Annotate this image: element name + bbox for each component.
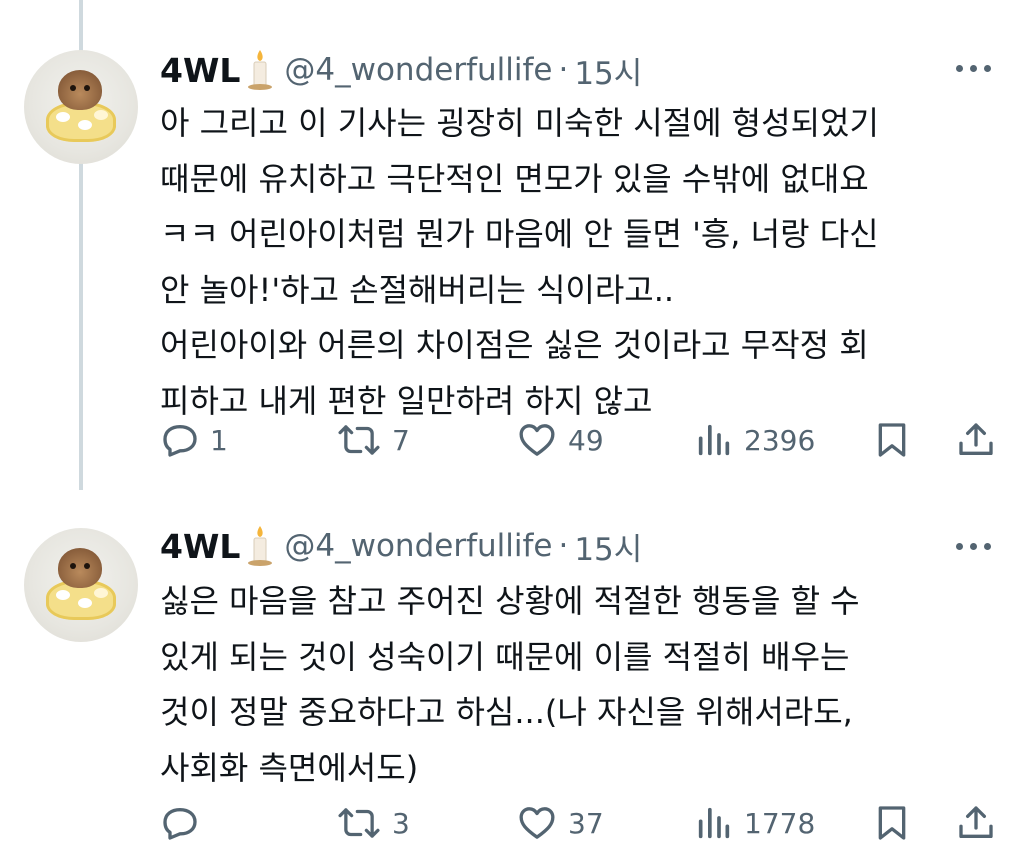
bookmark-button[interactable] (872, 415, 912, 465)
views-button[interactable]: 2396 (694, 415, 815, 465)
like-button[interactable]: 49 (516, 415, 604, 465)
separator-dot: · (558, 52, 569, 88)
reply-button[interactable]: 1 (160, 415, 228, 465)
share-icon (959, 423, 993, 455)
retweet-count: 3 (392, 806, 410, 840)
bookmark-icon (878, 423, 906, 457)
tweet-text-line: ㅋㅋ 어린아이처럼 뭔가 마음에 안 들면 '흥, 너랑 다신 (160, 215, 879, 253)
display-name[interactable]: 4WL (160, 527, 240, 566)
retweet-button[interactable]: 7 (336, 415, 410, 465)
reply-icon (163, 425, 197, 457)
tweet-text: 아 그리고 이 기사는 굉장히 미숙한 시절에 형성되었기 때문에 유치하고 극… (160, 96, 990, 429)
avatar[interactable] (24, 528, 138, 642)
retweet-icon (338, 808, 380, 838)
avatar-dog (58, 548, 102, 588)
more-dots-icon[interactable] (954, 540, 994, 554)
tweet-text: 싫은 마음을 참고 주어진 상황에 적절한 행동을 할 수 있게 되는 것이 성… (160, 574, 990, 796)
candle-icon (246, 48, 274, 92)
like-count: 49 (568, 423, 604, 457)
views-chart-icon (698, 424, 730, 456)
tweet-text-line: 때문에 유치하고 극단적인 면모가 있을 수밖에 없대요 (160, 159, 869, 198)
like-count: 37 (568, 806, 604, 840)
retweet-button[interactable]: 3 (336, 798, 410, 848)
share-button[interactable] (956, 415, 996, 465)
action-bar: 3 37 1778 (160, 798, 1002, 848)
reply-icon (163, 808, 197, 840)
share-button[interactable] (956, 798, 996, 848)
candle-icon (246, 524, 274, 568)
tweet-text-line: 싫은 마음을 참고 주어진 상황에 적절한 행동을 할 수 (160, 582, 860, 620)
action-bar: 1 7 49 2396 (160, 415, 1002, 465)
views-count: 1778 (744, 806, 816, 840)
display-name[interactable]: 4WL (160, 51, 240, 90)
avatar[interactable] (24, 50, 138, 164)
timestamp[interactable]: 15시 (574, 48, 642, 93)
tweet-text-line: 아 그리고 이 기사는 굉장히 미숙한 시절에 형성되었기 (160, 104, 879, 142)
retweet-count: 7 (392, 423, 410, 457)
tweet-text-line: 있게 되는 것이 성숙이기 때문에 이를 적절히 배우는 (160, 637, 850, 676)
bookmark-icon (878, 806, 906, 840)
more-dots-icon[interactable] (954, 62, 994, 76)
tweet-text-line: 어린아이와 어른의 차이점은 싫은 것이라고 무작정 회 (160, 326, 869, 364)
bookmark-button[interactable] (872, 798, 912, 848)
reply-count: 1 (210, 423, 228, 457)
tweet-header: 4WL @4_wonderfullife · 15시 (160, 522, 642, 570)
views-count: 2396 (744, 423, 816, 457)
avatar-dog (58, 70, 102, 110)
tweet-text-line: 사회화 측면에서도) (160, 748, 419, 787)
tweet-header: 4WL @4_wonderfullife · 15시 (160, 46, 642, 94)
views-chart-icon (698, 807, 730, 839)
tweet-text-line: 안 놀아!'하고 손절해버리는 식이라고.. (160, 270, 675, 309)
retweet-icon (338, 425, 380, 455)
tweet-text-line: 것이 정말 중요하다고 하심...(나 자신을 위해서라도, (160, 693, 853, 731)
user-handle[interactable]: @4_wonderfullife (284, 52, 552, 88)
timestamp[interactable]: 15시 (574, 524, 642, 569)
views-button[interactable]: 1778 (694, 798, 815, 848)
reply-button[interactable] (160, 798, 210, 848)
heart-icon (519, 807, 555, 839)
heart-icon (519, 424, 555, 456)
user-handle[interactable]: @4_wonderfullife (284, 528, 552, 564)
separator-dot: · (558, 528, 569, 564)
share-icon (959, 806, 993, 838)
like-button[interactable]: 37 (516, 798, 604, 848)
